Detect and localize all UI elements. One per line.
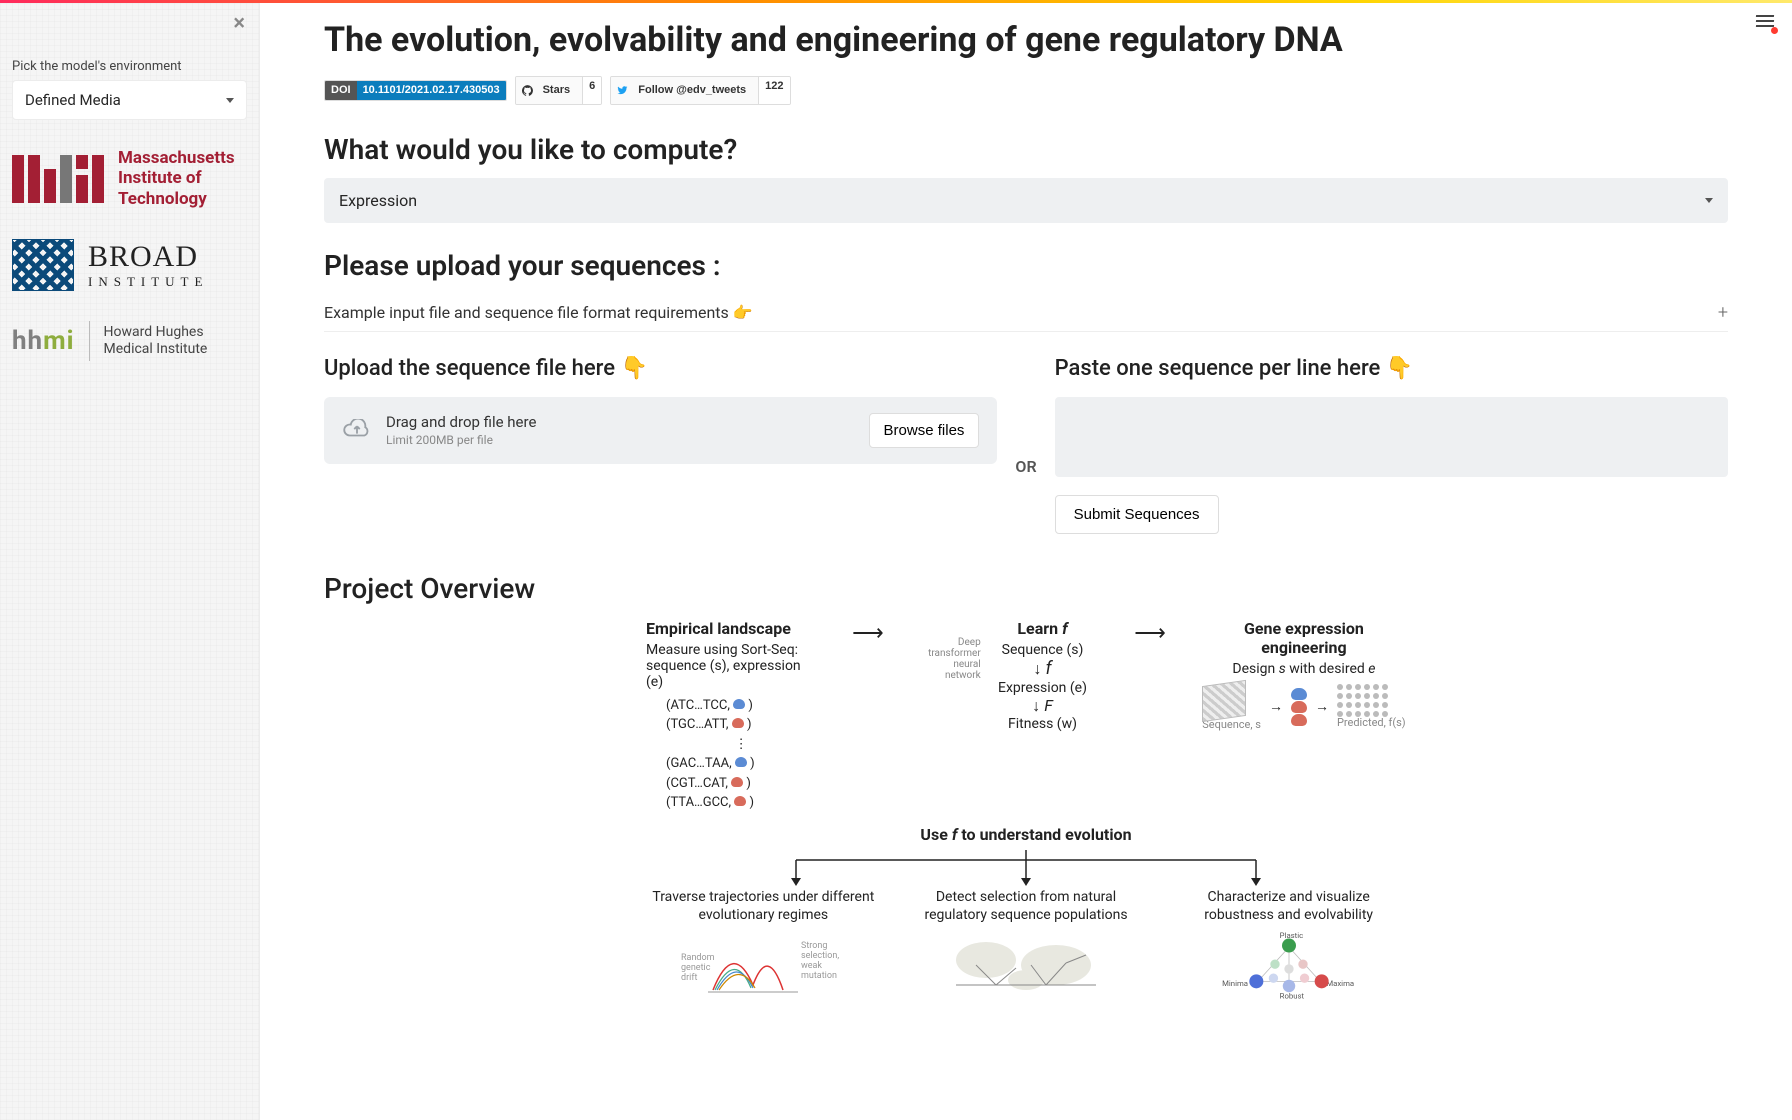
env-select-value: Defined Media — [25, 91, 121, 109]
twitter-icon — [617, 85, 628, 96]
compute-select[interactable]: Expression — [324, 178, 1728, 223]
upload-file-column: Upload the sequence file here 👇 Drag and… — [324, 356, 997, 464]
top-accent-strip — [0, 0, 1792, 3]
diagram-empirical-sub: Measure using Sort-Seq: sequence (s), ex… — [646, 642, 816, 690]
upload-file-title: Upload the sequence file here 👇 — [324, 356, 997, 381]
badge-row: DOI 10.1101/2021.02.17.430503 Stars 6 Fo… — [324, 76, 1728, 105]
sidebar-close-icon[interactable]: × — [233, 13, 245, 35]
overview-diagram: Empirical landscape Measure using Sort-S… — [646, 619, 1406, 1000]
sequence-textarea[interactable] — [1055, 397, 1728, 477]
file-dropzone[interactable]: Drag and drop file here Limit 200MB per … — [324, 397, 997, 464]
diagram-engineering-sub: Design s with desired e — [1202, 661, 1406, 677]
paste-sequence-title: Paste one sequence per line here 👇 — [1055, 356, 1728, 381]
example-file-expander-label: Example input file and sequence file for… — [324, 303, 753, 322]
svg-text:Robust: Robust — [1279, 991, 1304, 1000]
svg-text:Maxima: Maxima — [1326, 979, 1354, 988]
env-select[interactable]: Defined Media — [12, 80, 247, 120]
compute-select-value: Expression — [339, 191, 417, 210]
doi-badge-value: 10.1101/2021.02.17.430503 — [357, 81, 506, 100]
diagram-learn-heading: Learn f — [987, 619, 1099, 638]
doi-badge-label: DOI — [325, 81, 357, 100]
diagram-sequence-list: (ATC…TCC, ) (TGC…ATT, ) ⋮ (GAC…TAA, ) (C… — [646, 696, 816, 813]
browse-files-button[interactable]: Browse files — [869, 413, 980, 448]
diagram-engineering-row: Sequence, s → → Predicted, f(s) — [1202, 683, 1406, 731]
caret-down-icon — [1705, 198, 1713, 203]
twitter-follow-label: Follow @edv_tweets — [632, 81, 752, 100]
broad-wordmark: BROAD INSTITUTE — [88, 240, 208, 290]
or-divider: OR — [1015, 413, 1036, 476]
net-label-plastic: Plastic — [1279, 931, 1303, 940]
submit-sequences-button[interactable]: Submit Sequences — [1055, 495, 1219, 534]
svg-text:Minima: Minima — [1222, 979, 1248, 988]
compute-heading: What would you like to compute? — [324, 133, 1728, 166]
overview-heading: Project Overview — [324, 572, 1728, 605]
arrow-right-icon: ⟶ — [1134, 621, 1166, 646]
github-stars-badge[interactable]: Stars 6 — [515, 76, 603, 105]
diagram-fork-arrows — [646, 850, 1406, 888]
upload-heading: Please upload your sequences : — [324, 249, 1728, 282]
diagram-bottom-evolvability: Characterize and visualize robustness an… — [1171, 888, 1406, 1000]
twitter-follow-count: 122 — [758, 77, 789, 104]
main-content: The evolution, evolvability and engineer… — [260, 3, 1792, 1120]
sidebar: × Pick the model's environment Defined M… — [0, 3, 260, 1120]
svg-text:Strongselection,weakmutation: Strongselection,weakmutation — [801, 941, 839, 981]
diagram-engineering-heading: Gene expression engineering — [1202, 619, 1406, 657]
broad-mark-icon — [12, 239, 74, 291]
diagram-bottom-selection: Detect selection from natural regulatory… — [909, 888, 1144, 1000]
page-title: The evolution, evolvability and engineer… — [324, 19, 1728, 62]
caret-down-icon — [226, 98, 234, 103]
hhmi-logo: hhmi Howard Hughes Medical Institute — [12, 321, 247, 361]
mit-mark-icon — [12, 155, 104, 203]
diagram-bottom-trajectories: Traverse trajectories under different ev… — [646, 888, 881, 1000]
mit-logo: Massachusetts Institute of Technology — [12, 148, 247, 209]
github-icon — [522, 85, 533, 96]
mit-wordmark: Massachusetts Institute of Technology — [118, 148, 235, 209]
github-stars-count: 6 — [582, 77, 601, 104]
example-file-expander[interactable]: Example input file and sequence file for… — [324, 294, 1728, 332]
menu-icon[interactable] — [1756, 12, 1774, 30]
hhmi-mark-icon: hhmi — [12, 326, 75, 356]
diagram-nn-label: Deeptransformerneural network — [920, 637, 981, 750]
divider — [89, 321, 90, 361]
github-stars-label: Stars — [537, 81, 577, 100]
paste-sequence-column: Paste one sequence per line here 👇 Submi… — [1055, 356, 1728, 534]
diagram-mid-heading: Use f to understand evolution — [646, 825, 1406, 844]
doi-badge[interactable]: DOI 10.1101/2021.02.17.430503 — [324, 80, 507, 101]
diagram-learn-flow: Sequence (s) ↓ f Expression (e) ↓ F Fitn… — [987, 642, 1099, 732]
twitter-follow-badge[interactable]: Follow @edv_tweets 122 — [610, 76, 790, 105]
cloud-upload-icon — [342, 419, 372, 441]
plus-icon: + — [1718, 302, 1728, 323]
diagram-empirical-heading: Empirical landscape — [646, 619, 816, 638]
arrow-right-icon: ⟶ — [852, 621, 884, 646]
env-select-label: Pick the model's environment — [12, 59, 247, 74]
dropzone-text: Drag and drop file here Limit 200MB per … — [386, 413, 536, 447]
svg-text:Randomgeneticdrift: Randomgeneticdrift — [681, 953, 715, 983]
broad-logo: BROAD INSTITUTE — [12, 239, 247, 291]
hhmi-wordmark: Howard Hughes Medical Institute — [104, 324, 208, 358]
